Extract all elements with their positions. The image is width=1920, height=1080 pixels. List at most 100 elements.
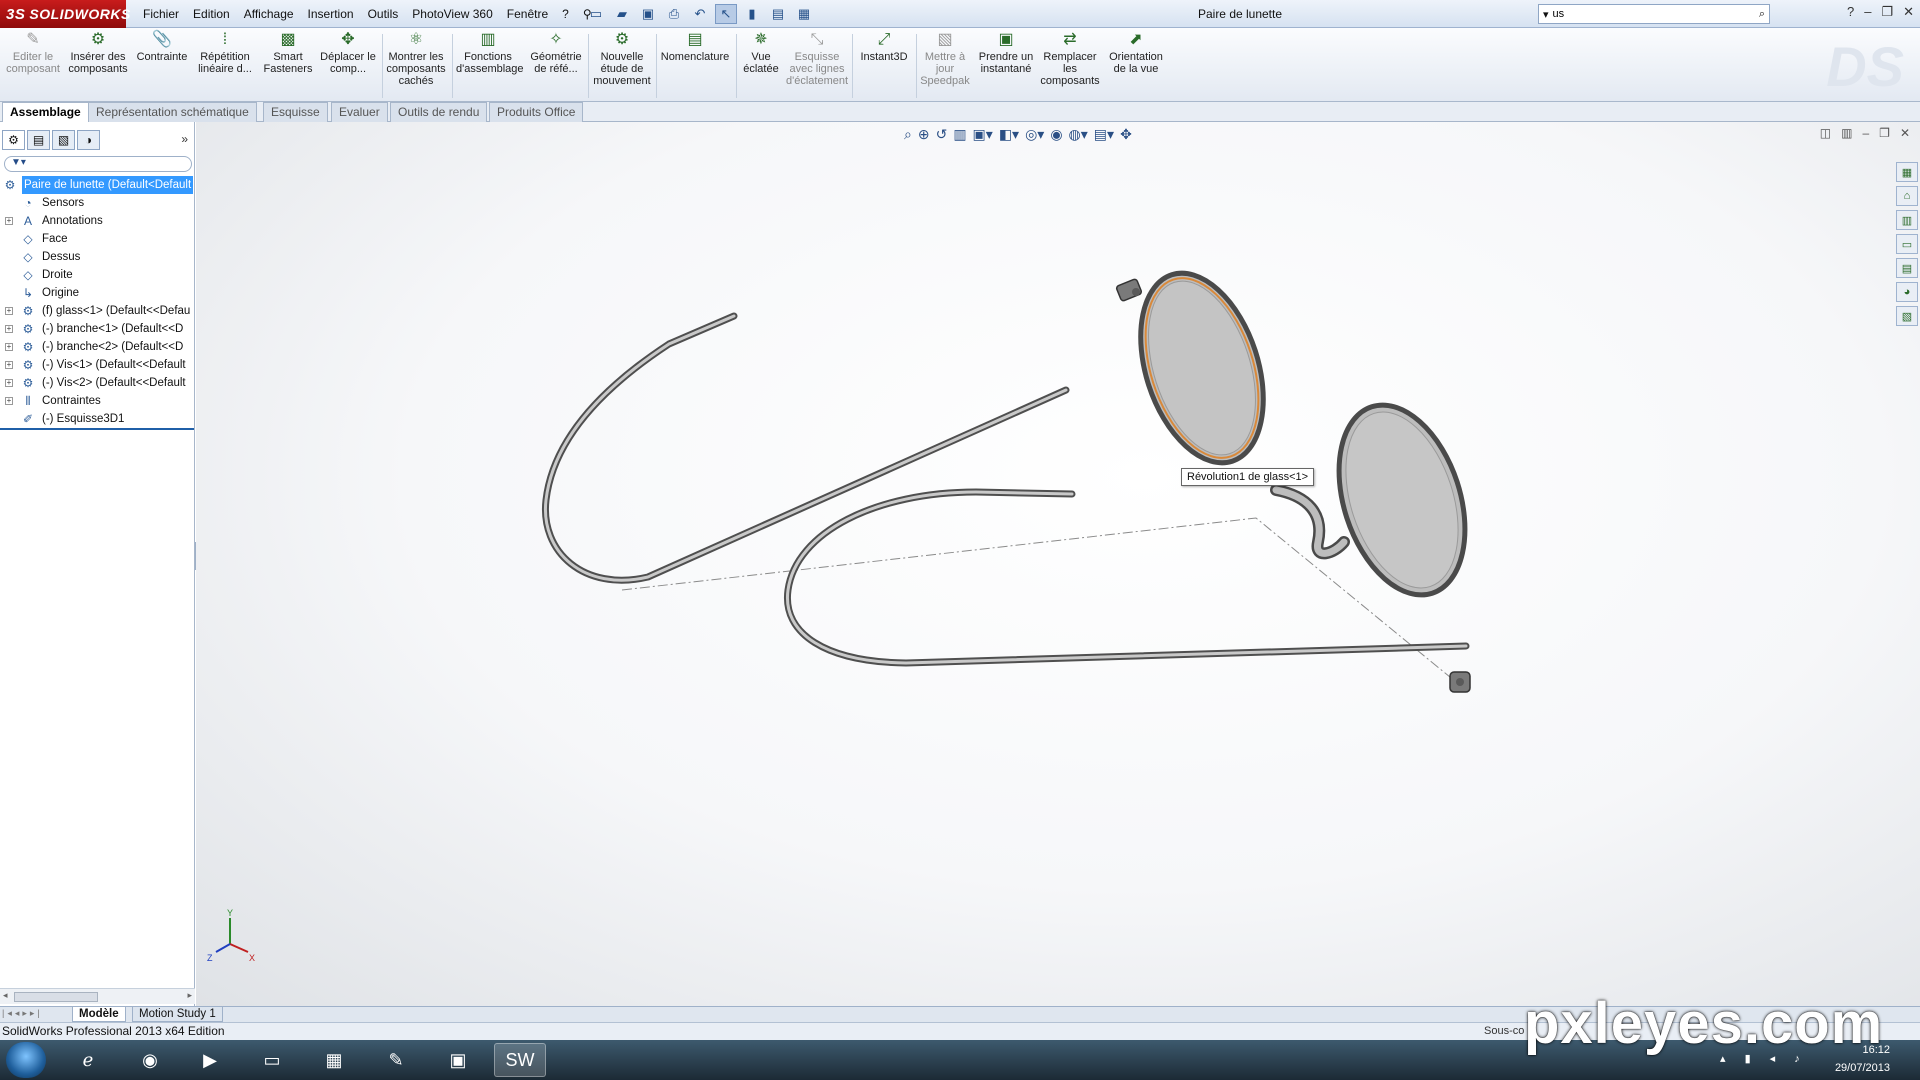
help-icon[interactable]: ? — [1847, 4, 1854, 20]
open-icon[interactable]: ▰ — [611, 4, 633, 24]
media-player-icon[interactable]: ▶ — [184, 1043, 236, 1077]
linear-pattern-button[interactable]: ⁞ Répétition linéaire d... — [194, 32, 256, 76]
calculator-icon[interactable]: ▦ — [308, 1043, 360, 1077]
temple-left[interactable] — [541, 312, 1070, 584]
lens-left[interactable] — [1118, 257, 1285, 478]
configuration-manager-tab-icon[interactable]: ▧ — [52, 130, 75, 150]
file-explorer-icon[interactable]: ▭ — [1896, 234, 1918, 254]
property-manager-tab-icon[interactable]: ▤ — [27, 130, 50, 150]
tree-item[interactable]: + ⚙ (-) branche<1> (Default<<D — [0, 320, 194, 338]
clock-date[interactable]: 29/07/2013 — [1835, 1062, 1890, 1074]
expand-panel-icon[interactable]: » — [181, 132, 188, 146]
view-orientation-button[interactable]: ⬈ Orientation de la vue — [1104, 32, 1168, 76]
scroll-left-icon[interactable]: ◂ — [3, 990, 8, 1001]
move-component-button[interactable]: ✥ Déplacer le comp... — [320, 32, 376, 76]
tree-root-assembly[interactable]: ⚙ Paire de lunette (Default<Default — [0, 176, 194, 194]
hinge-left[interactable] — [1115, 278, 1143, 302]
expand-icon[interactable]: + — [5, 307, 13, 315]
expand-icon[interactable]: + — [5, 217, 13, 225]
assembly-features-button[interactable]: ▥ Fonctions d'assemblage — [456, 32, 524, 76]
menu-outils[interactable]: Outils — [361, 7, 406, 21]
undo-icon[interactable]: ↶ — [689, 4, 711, 24]
panel-horizontal-scrollbar[interactable]: ◂ ▸ — [0, 988, 195, 1004]
remote-desktop-icon[interactable]: ▣ — [432, 1043, 484, 1077]
home-icon[interactable]: ⌂ — [1896, 186, 1918, 206]
tab-assemblage[interactable]: Assemblage — [2, 102, 89, 122]
snapshot-button[interactable]: ▣ Prendre un instantané — [978, 32, 1034, 76]
explode-line-sketch-button[interactable]: ⤡ Esquisse avec lignes d'éclatement — [786, 32, 848, 88]
mate-button[interactable]: 📎 Contrainte — [134, 32, 190, 64]
tab-outils-de-rendu[interactable]: Outils de rendu — [390, 102, 488, 122]
gimp-icon[interactable]: ✎ — [370, 1043, 422, 1077]
display-manager-tab-icon[interactable]: ◑ — [77, 130, 100, 150]
bridge[interactable] — [1270, 484, 1350, 560]
scroll-thumb[interactable] — [14, 992, 98, 1002]
view-palette-icon[interactable]: ▤ — [1896, 258, 1918, 278]
minimize-icon[interactable]: – — [1864, 4, 1871, 20]
hinge-right[interactable] — [1449, 671, 1471, 693]
search-scope-icon[interactable]: ▾ — [1543, 8, 1549, 21]
show-hidden-button[interactable]: ⚛ Montrer les composants cachés — [386, 32, 446, 88]
new-document-icon[interactable]: ▭ — [585, 4, 607, 24]
tree-item[interactable]: + ⫴ Contraintes — [0, 392, 194, 410]
search-icon[interactable]: ⌕ — [1759, 8, 1765, 21]
tab-evaluer[interactable]: Evaluer — [331, 102, 388, 122]
select-pointer-icon[interactable]: ↖ — [715, 4, 737, 24]
tab-esquisse[interactable]: Esquisse — [263, 102, 328, 122]
menu-help[interactable]: ? — [555, 7, 576, 21]
file-explorer-taskbar-icon[interactable]: ▭ — [246, 1043, 298, 1077]
edit-component-button[interactable]: ✎ Editer le composant — [4, 32, 62, 76]
menu-affichage[interactable]: Affichage — [237, 7, 301, 21]
menu-fichier[interactable]: Fichier — [136, 7, 186, 21]
menu-fenetre[interactable]: Fenêtre — [500, 7, 555, 21]
tree-item[interactable]: ✐ (-) Esquisse3D1 — [0, 410, 194, 428]
tree-item[interactable]: + ⚙ (-) Vis<2> (Default<<Default — [0, 374, 194, 392]
solidworks-logo[interactable]: 3S SOLIDWORKS — [0, 0, 130, 28]
expand-icon[interactable]: + — [5, 379, 13, 387]
tree-item[interactable]: ◔ Sensors — [0, 194, 194, 212]
tree-item[interactable]: + ⚙ (-) Vis<1> (Default<<Default — [0, 356, 194, 374]
search-input[interactable] — [1552, 8, 1759, 20]
menu-photoview[interactable]: PhotoView 360 — [405, 7, 500, 21]
bom-button[interactable]: ▤ Nomenclature — [660, 32, 730, 64]
tree-item[interactable]: + ⚙ (f) glass<1> (Default<<Defau — [0, 302, 194, 320]
feature-manager-tab-icon[interactable]: ⚙ — [2, 130, 25, 150]
print-icon[interactable]: ⎙ — [663, 4, 685, 24]
reference-geometry-button[interactable]: ✧ Géométrie de réfé... — [524, 32, 588, 76]
tab-scroll-arrows-icon[interactable]: |◂◂▸▸| — [2, 1008, 43, 1019]
save-icon[interactable]: ▣ — [637, 4, 659, 24]
instant3d-button[interactable]: ⤢ Instant3D — [856, 32, 912, 64]
tree-item[interactable]: + ⚙ (-) branche<2> (Default<<D — [0, 338, 194, 356]
smart-fasteners-button[interactable]: ▩ Smart Fasteners — [260, 32, 316, 76]
internet-explorer-icon[interactable]: ℯ — [62, 1043, 114, 1077]
design-library-icon[interactable]: ▥ — [1896, 210, 1918, 230]
tree-item[interactable]: ◇ Dessus — [0, 248, 194, 266]
tree-item[interactable]: ◇ Face — [0, 230, 194, 248]
resources-icon[interactable]: ▦ — [1896, 162, 1918, 182]
file-properties-icon[interactable]: ▤ — [767, 4, 789, 24]
expand-icon[interactable]: + — [5, 343, 13, 351]
tab-produits-office[interactable]: Produits Office — [489, 102, 584, 122]
firefox-icon[interactable]: ◉ — [124, 1043, 176, 1077]
tree-item[interactable]: + A Annotations — [0, 212, 194, 230]
exploded-view-button[interactable]: ✵ Vue éclatée — [740, 32, 782, 76]
graphics-area[interactable]: ⌕ ⊕ ↺ ▥ ▣▾ ◧▾ ◎▾ ◉ ◍▾ ▤▾ ✥ ◫ ▥ – ❐ ✕ Rév… — [196, 122, 1920, 1006]
appearances-icon[interactable]: ◕ — [1896, 282, 1918, 302]
menu-insertion[interactable]: Insertion — [301, 7, 361, 21]
insert-components-button[interactable]: ⚙ Insérer des composants — [66, 32, 130, 76]
close-icon[interactable]: ✕ — [1903, 4, 1914, 20]
options-icon[interactable]: ▦ — [793, 4, 815, 24]
tab-motion-study-1[interactable]: Motion Study 1 — [132, 1007, 223, 1022]
tab-modele[interactable]: Modèle — [72, 1007, 126, 1022]
custom-properties-icon[interactable]: ▧ — [1896, 306, 1918, 326]
replace-components-button[interactable]: ⇄ Remplacer les composants — [1038, 32, 1102, 88]
lens-right[interactable] — [1317, 389, 1488, 611]
tree-item[interactable]: ◇ Droite — [0, 266, 194, 284]
tab-representation-schematique[interactable]: Représentation schématique — [88, 102, 257, 122]
expand-icon[interactable]: + — [5, 397, 13, 405]
expand-icon[interactable]: + — [5, 325, 13, 333]
tree-item[interactable]: ↳ Origine — [0, 284, 194, 302]
speedpak-button[interactable]: ▧ Mettre à jour Speedpak — [918, 32, 972, 88]
search-box[interactable]: ▾ ⌕ — [1538, 4, 1770, 24]
tree-filter[interactable]: ▼▾ — [4, 156, 192, 172]
